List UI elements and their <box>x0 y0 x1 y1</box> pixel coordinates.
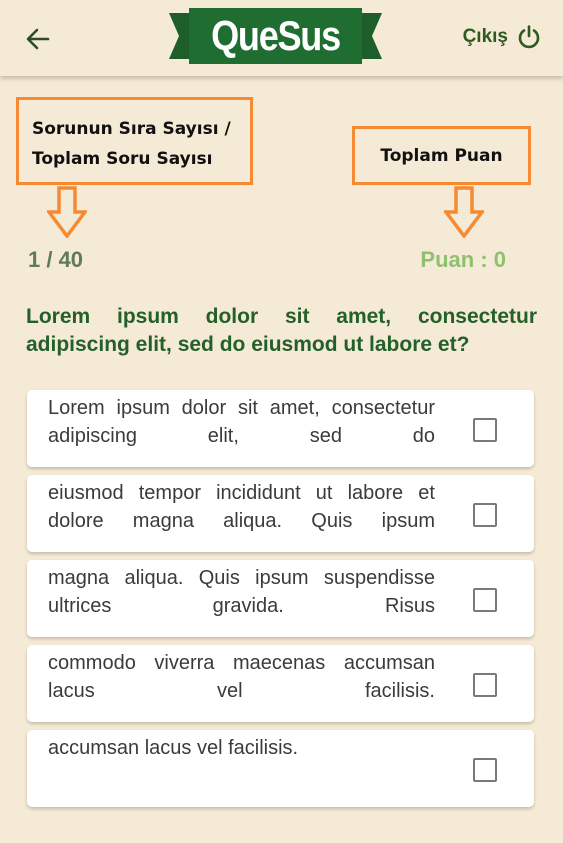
back-button[interactable] <box>22 22 56 56</box>
app-header: QueSus Çıkış <box>0 0 563 76</box>
answer-option-text: commodo viverra maecenas accumsan lacus … <box>48 652 435 702</box>
answer-option-text: Lorem ipsum dolor sit amet, consectetur … <box>48 397 435 447</box>
answer-checkbox[interactable] <box>473 418 497 442</box>
answer-option[interactable]: eiusmod tempor incididunt ut labore et d… <box>27 475 534 552</box>
answer-option[interactable]: magna aliqua. Quis ipsum suspendisse ult… <box>27 560 534 637</box>
down-arrow-icon <box>444 186 484 238</box>
answer-checkbox[interactable] <box>473 503 497 527</box>
answer-option[interactable]: Lorem ipsum dolor sit amet, consectetur … <box>27 390 534 467</box>
score-display: Puan : 0 <box>420 247 506 272</box>
answer-checkbox[interactable] <box>473 758 497 782</box>
total-score-callout: Toplam Puan <box>352 126 531 185</box>
answer-option[interactable]: accumsan lacus vel facilisis. <box>27 730 534 807</box>
down-arrow-icon <box>47 186 87 238</box>
power-icon <box>518 25 540 49</box>
question-count-callout: Sorunun Sıra Sayısı / Toplam Soru Sayısı <box>16 97 253 185</box>
answer-option-text: eiusmod tempor incididunt ut labore et d… <box>48 482 435 532</box>
logout-label: Çıkış <box>462 26 508 47</box>
answer-option-text: accumsan lacus vel facilisis. <box>48 737 299 759</box>
logo-text: QueSus <box>211 12 341 59</box>
answer-option-text: magna aliqua. Quis ipsum suspendisse ult… <box>48 567 435 617</box>
app-logo: QueSus <box>169 8 382 64</box>
answer-checkbox[interactable] <box>473 588 497 612</box>
question-progress: 1 / 40 <box>28 247 84 272</box>
callout-line: Toplam Soru Sayısı <box>32 149 213 169</box>
callout-line: Sorunun Sıra Sayısı / <box>32 119 231 139</box>
answer-checkbox[interactable] <box>473 673 497 697</box>
arrow-left-icon <box>26 28 50 50</box>
logout-button[interactable]: Çıkış <box>463 24 542 50</box>
callout-label: Toplam Puan <box>380 145 503 166</box>
question-text: Lorem ipsum dolor sit amet, consectetur … <box>26 305 537 356</box>
answer-option[interactable]: commodo viverra maecenas accumsan lacus … <box>27 645 534 722</box>
